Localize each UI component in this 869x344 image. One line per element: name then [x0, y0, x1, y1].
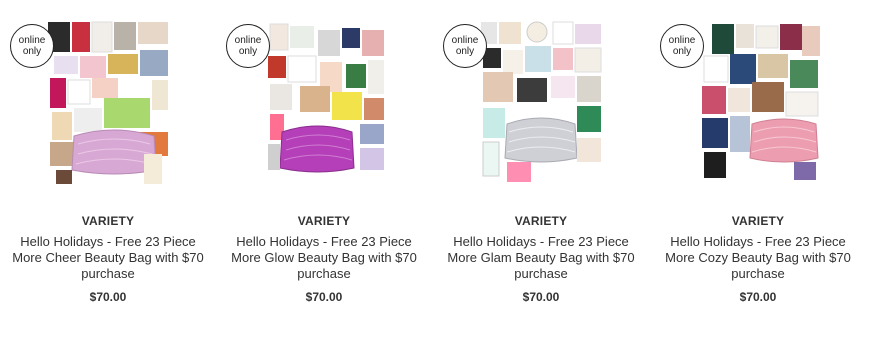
product-card[interactable]: online only VARIETY Hello Holidays - Fre…: [658, 14, 858, 334]
product-price: $70.00: [305, 290, 343, 304]
online-only-badge: online only: [660, 24, 704, 68]
online-only-badge: online only: [226, 24, 270, 68]
product-brand: VARIETY: [514, 214, 568, 228]
product-title[interactable]: Hello Holidays - Free 23 Piece More Cozy…: [658, 234, 858, 282]
product-brand: VARIETY: [297, 214, 351, 228]
product-price: $70.00: [522, 290, 560, 304]
product-card[interactable]: online only VARIETY Hello Holidays - Fre…: [224, 14, 424, 334]
product-title[interactable]: Hello Holidays - Free 23 Piece More Glow…: [224, 234, 424, 282]
product-image[interactable]: [44, 20, 174, 188]
online-only-badge: online only: [443, 24, 487, 68]
product-image[interactable]: [477, 20, 607, 188]
product-image[interactable]: [260, 20, 390, 188]
product-title[interactable]: Hello Holidays - Free 23 Piece More Chee…: [8, 234, 208, 282]
product-title[interactable]: Hello Holidays - Free 23 Piece More Glam…: [441, 234, 641, 282]
product-brand: VARIETY: [81, 214, 135, 228]
product-card[interactable]: online only VARIETY Hello Holidays - Fre…: [441, 14, 641, 334]
product-card[interactable]: online only VARIETY Hello Holidays - Fre…: [8, 14, 208, 334]
product-brand: VARIETY: [731, 214, 785, 228]
product-grid: online only VARIETY Hello Holidays - Fre…: [0, 0, 869, 344]
online-only-badge: online only: [10, 24, 54, 68]
product-price: $70.00: [89, 290, 127, 304]
product-price: $70.00: [739, 290, 777, 304]
product-image[interactable]: [694, 20, 824, 188]
